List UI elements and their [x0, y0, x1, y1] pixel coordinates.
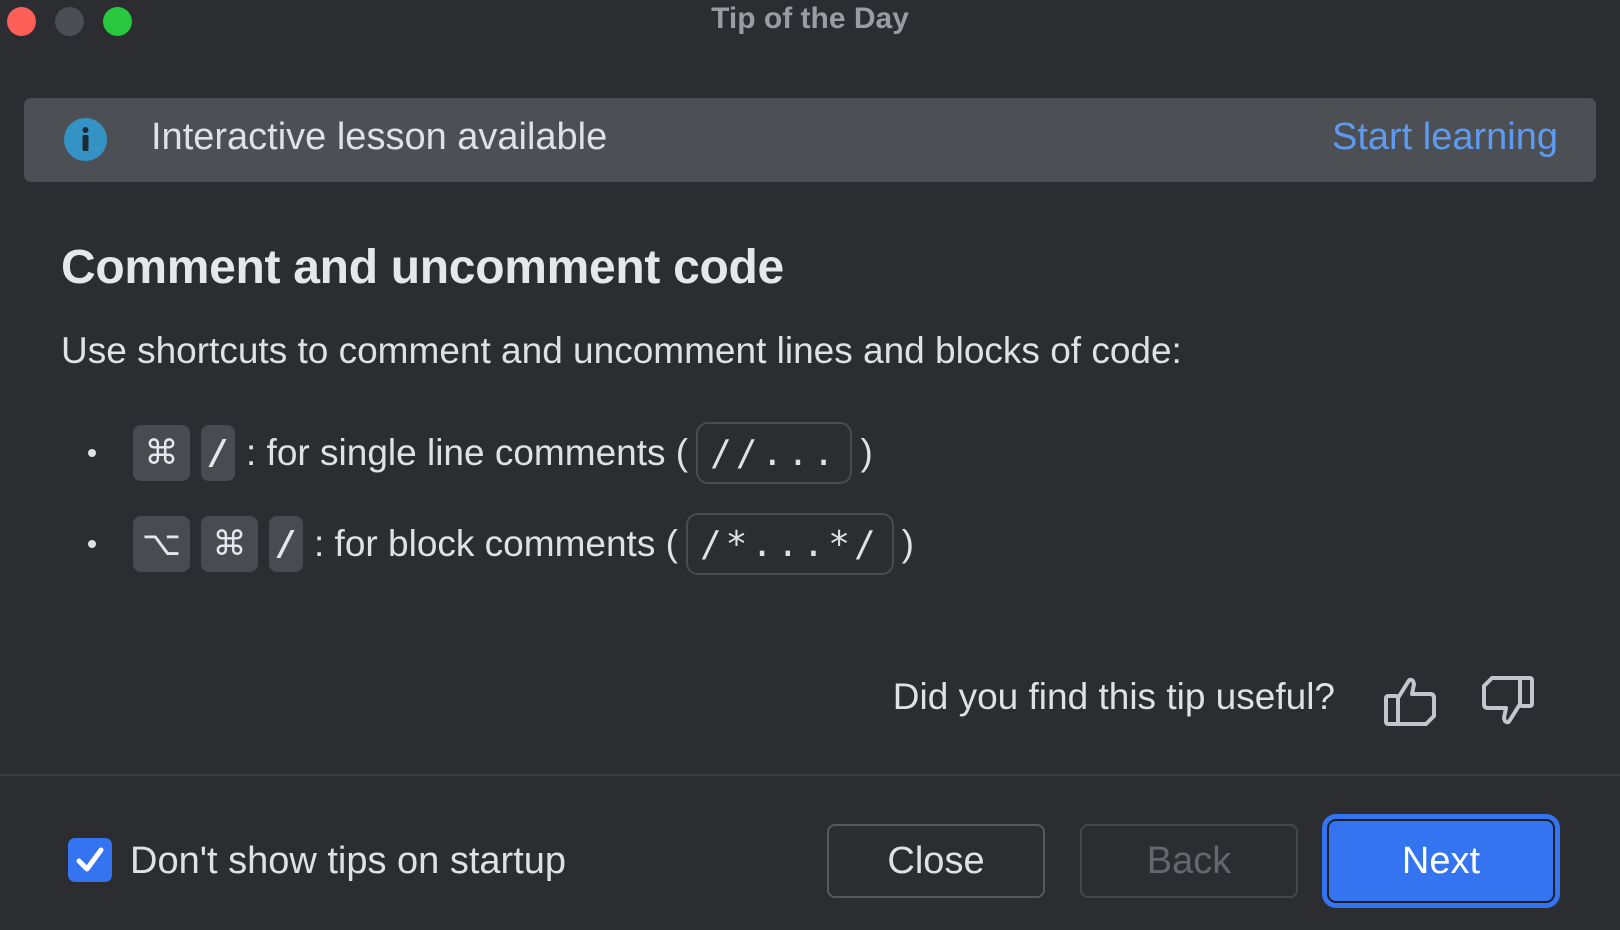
command-key: ⌘ [201, 516, 258, 572]
footer-divider [0, 774, 1620, 776]
shortcut-text: : for block comments ( [314, 523, 678, 564]
feedback-question: Did you find this tip useful? [892, 676, 1335, 717]
dont-show-tips-label[interactable]: Don't show tips on startup [130, 840, 566, 883]
code-sample: //... [696, 422, 853, 484]
slash-key: / [201, 425, 235, 481]
dont-show-tips-checkbox[interactable] [68, 838, 112, 882]
thumbs-up-icon[interactable] [1380, 672, 1440, 730]
title-bar: Tip of the Day [0, 0, 1620, 44]
shortcut-item-single-line: ⌘ / : for single line comments ( //... ) [88, 422, 873, 484]
lesson-banner: Interactive lesson available Start learn… [24, 98, 1596, 182]
back-button[interactable]: Back [1080, 824, 1298, 898]
shortcut-text: : for single line comments ( [246, 432, 689, 473]
shortcut-close-paren: ) [860, 432, 873, 473]
slash-key: / [269, 516, 303, 572]
info-icon [64, 118, 107, 161]
start-learning-link[interactable]: Start learning [1332, 116, 1558, 159]
close-button[interactable]: Close [827, 824, 1045, 898]
tip-description: Use shortcuts to comment and uncomment l… [61, 330, 1182, 371]
banner-text: Interactive lesson available [151, 116, 608, 158]
checkmark-icon [76, 847, 104, 872]
next-button[interactable]: Next [1322, 814, 1560, 908]
code-sample: /*...*/ [685, 513, 894, 575]
command-key: ⌘ [133, 425, 190, 481]
shortcut-item-block: ⌥ ⌘ / : for block comments ( /*...*/ ) [88, 513, 914, 575]
bullet [88, 449, 96, 457]
thumbs-down-icon[interactable] [1478, 672, 1538, 730]
window-title: Tip of the Day [711, 2, 909, 35]
option-key: ⌥ [133, 516, 190, 572]
shortcut-close-paren: ) [901, 523, 914, 564]
tip-title: Comment and uncomment code [61, 241, 784, 294]
bullet [88, 540, 96, 548]
